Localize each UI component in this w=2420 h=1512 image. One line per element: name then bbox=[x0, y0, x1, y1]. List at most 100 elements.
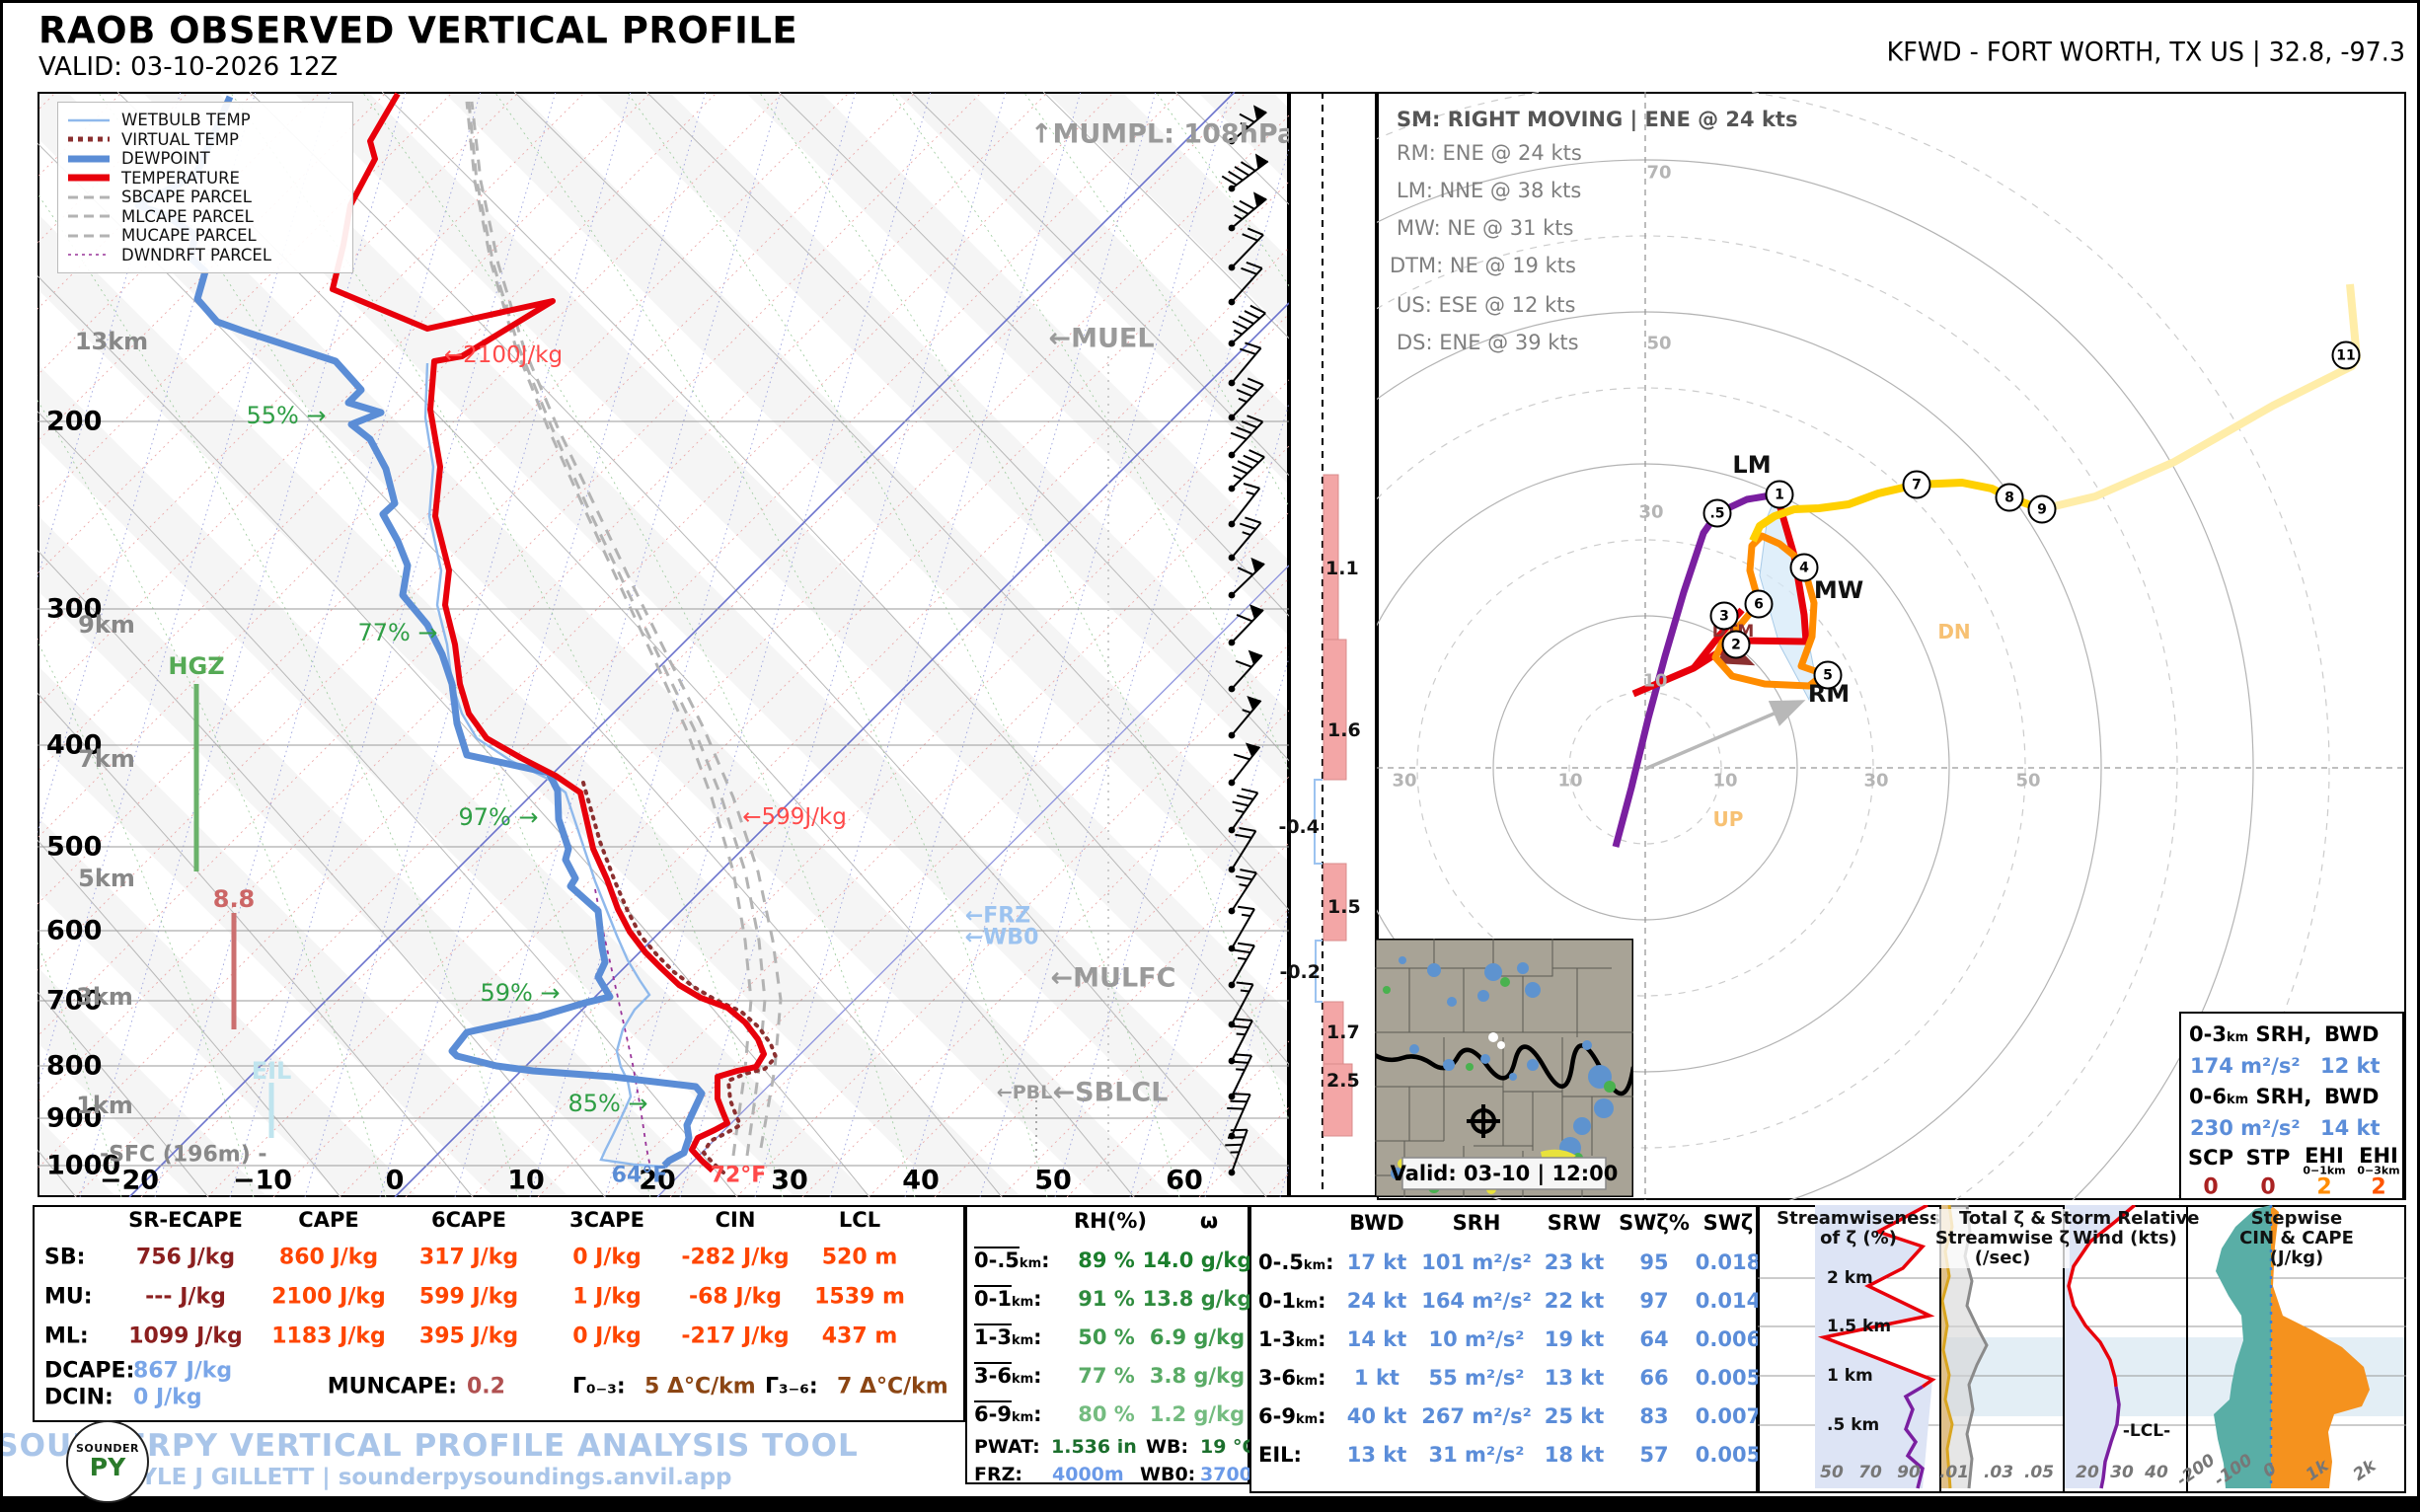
bar-value: -0.4 bbox=[1278, 816, 1320, 838]
muncape-value: 0.2 bbox=[467, 1374, 505, 1399]
hodo-marker: 6 bbox=[1744, 589, 1774, 619]
legend-item: TEMPERATURE bbox=[68, 169, 342, 189]
p3-x-tick: 20 bbox=[2076, 1463, 2099, 1482]
rh-row-label: 1-3km: bbox=[974, 1325, 1042, 1349]
wb-label: WB: bbox=[1146, 1436, 1189, 1458]
sfc-label: -SFC (196m) - bbox=[100, 1142, 267, 1168]
thermo-cell: 599 J/kg bbox=[418, 1284, 519, 1310]
legend-label: MUCAPE PARCEL bbox=[121, 226, 257, 246]
skewt-legend: WETBULB TEMP VIRTUAL TEMP DEWPOINT TEMPE… bbox=[57, 102, 353, 273]
p3-x-tick: 40 bbox=[2145, 1463, 2168, 1482]
storm-motion-line: RM: ENE @ 24 kts bbox=[1397, 141, 1582, 165]
thermo-cell: 1 J/kg bbox=[572, 1284, 642, 1310]
p4-title: Stepwise CIN & CAPE (J/kg) bbox=[2239, 1208, 2354, 1268]
rh-pct: 77 % bbox=[1078, 1364, 1135, 1388]
legend-item: DEWPOINT bbox=[68, 149, 342, 169]
legend-label: VIRTUAL TEMP bbox=[121, 129, 239, 149]
legend-label: SBCAPE PARCEL bbox=[121, 188, 252, 207]
pressure-tick: 200 bbox=[46, 406, 103, 437]
thermo-row-label: SB: bbox=[44, 1245, 86, 1270]
pwat-label: PWAT: bbox=[974, 1436, 1040, 1458]
rh-pct: 91 % bbox=[1078, 1287, 1135, 1311]
kin-cell: 24 kt bbox=[1346, 1289, 1407, 1313]
bar-value: 1.1 bbox=[1325, 558, 1359, 579]
kin-header: BWD bbox=[1349, 1211, 1404, 1235]
bar-value: 2.5 bbox=[1326, 1070, 1360, 1092]
scp-header: SCP bbox=[2188, 1146, 2233, 1170]
thermo-cell: 317 J/kg bbox=[418, 1245, 519, 1270]
legend-label: MLCAPE PARCEL bbox=[121, 206, 254, 226]
kin-cell: 0.018 bbox=[1695, 1250, 1762, 1274]
thermo-cell: 756 J/kg bbox=[135, 1245, 236, 1270]
storm-motion-line: LM: NNE @ 38 kts bbox=[1397, 179, 1582, 202]
thermo-header: SR-ECAPE bbox=[128, 1208, 243, 1232]
storm-motion-line: DTM: NE @ 19 kts bbox=[1390, 254, 1576, 277]
kin-header: SWζ% bbox=[1619, 1211, 1690, 1235]
stp-header: STP bbox=[2245, 1146, 2291, 1170]
hodo-marker: .5 bbox=[1702, 498, 1732, 528]
brand-credit: KYLE J GILLETT | sounderpysoundings.anvi… bbox=[122, 1465, 732, 1490]
height-label: 3km bbox=[76, 983, 133, 1011]
kin-cell: 267 m²/s² bbox=[1421, 1404, 1532, 1428]
hodo-marker: 3 bbox=[1709, 601, 1739, 631]
kin-cell: 13 kt bbox=[1346, 1443, 1407, 1467]
p1-x-tick: 70 bbox=[1858, 1463, 1882, 1482]
kin-header: SWζ bbox=[1702, 1211, 1754, 1235]
height-label: 1km bbox=[76, 1092, 133, 1119]
mlcape-line-icon bbox=[68, 214, 110, 218]
hodo-marker: 4 bbox=[1789, 553, 1819, 582]
thermo-cell: 2100 J/kg bbox=[271, 1284, 386, 1310]
thermo-cell: -282 J/kg bbox=[681, 1245, 790, 1270]
kin-cell: 83 bbox=[1639, 1404, 1669, 1428]
storm-motion-line: US: ESE @ 12 kts bbox=[1397, 293, 1576, 317]
kin-row-label: 6-9km: bbox=[1258, 1404, 1326, 1428]
kin-cell: 0.006 bbox=[1695, 1327, 1762, 1351]
storm-motion-line: DS: ENE @ 39 kts bbox=[1397, 331, 1579, 354]
rh-annotation: 55% → bbox=[246, 402, 327, 429]
height-label: 9km bbox=[78, 611, 135, 639]
x-tick: 0 bbox=[385, 1165, 405, 1196]
legend-label: DEWPOINT bbox=[121, 149, 210, 169]
kin-cell: 57 bbox=[1639, 1443, 1669, 1467]
ring-label: 50 bbox=[1646, 333, 1672, 354]
sounderpy-figure: RAOB OBSERVED VERTICAL PROFILE VALID: 03… bbox=[0, 0, 2420, 1512]
thermo-header: 3CAPE bbox=[568, 1208, 645, 1232]
bwd6-value: 14 kt bbox=[2320, 1116, 2381, 1140]
dcin-label: DCIN: bbox=[44, 1385, 113, 1410]
legend-label: TEMPERATURE bbox=[121, 168, 240, 188]
kin-cell: 31 m²/s² bbox=[1428, 1443, 1525, 1467]
hodo-marker: 5 bbox=[1813, 660, 1843, 690]
ring-label: 10 bbox=[1712, 770, 1738, 792]
pwat-value: 1.536 in bbox=[1051, 1436, 1137, 1458]
ring-label: 30 bbox=[1863, 770, 1889, 792]
lm-label: LM bbox=[1732, 451, 1772, 479]
rh-annotation: 85% → bbox=[567, 1090, 648, 1117]
legend-item: DWNDRFT PARCEL bbox=[68, 246, 342, 265]
thermo-row-label: ML: bbox=[44, 1323, 89, 1349]
stp-value: 0 bbox=[2260, 1174, 2276, 1200]
rh-row-label: 0-.5km: bbox=[974, 1248, 1050, 1272]
p3-title: Storm Relative Wind (kts) bbox=[2050, 1208, 2200, 1248]
ring-label: 30 bbox=[1638, 501, 1664, 523]
ring-label: 70 bbox=[1646, 162, 1672, 184]
page-title: RAOB OBSERVED VERTICAL PROFILE bbox=[38, 9, 798, 52]
thermo-cell: --- J/kg bbox=[145, 1284, 226, 1310]
wb0-label: ←WB0 bbox=[964, 925, 1039, 950]
srh3-value: 174 m²/s² bbox=[2190, 1054, 2301, 1078]
pressure-tick: 600 bbox=[46, 915, 103, 946]
hodo-marker: 7 bbox=[1902, 470, 1931, 499]
up-label: UP bbox=[1712, 807, 1744, 831]
mulfc-label: ←MULFC bbox=[1050, 962, 1176, 994]
eil-label: EIL bbox=[251, 1057, 292, 1085]
kin-row-label: 0-1km: bbox=[1258, 1289, 1326, 1313]
legend-label: DWNDRFT PARCEL bbox=[121, 245, 272, 265]
kin-cell: 0.007 bbox=[1695, 1404, 1762, 1428]
ring-label: 30 bbox=[1392, 770, 1417, 792]
kin-cell: 17 kt bbox=[1346, 1250, 1407, 1274]
pressure-tick: 500 bbox=[46, 831, 103, 863]
p3-x-tick: 30 bbox=[2110, 1463, 2134, 1482]
kin-row-label: 0-.5km: bbox=[1258, 1250, 1334, 1274]
hodo-marker: 11 bbox=[2331, 340, 2361, 370]
frz-table-label: FRZ: bbox=[974, 1464, 1022, 1485]
kin-cell: 14 kt bbox=[1346, 1327, 1407, 1351]
